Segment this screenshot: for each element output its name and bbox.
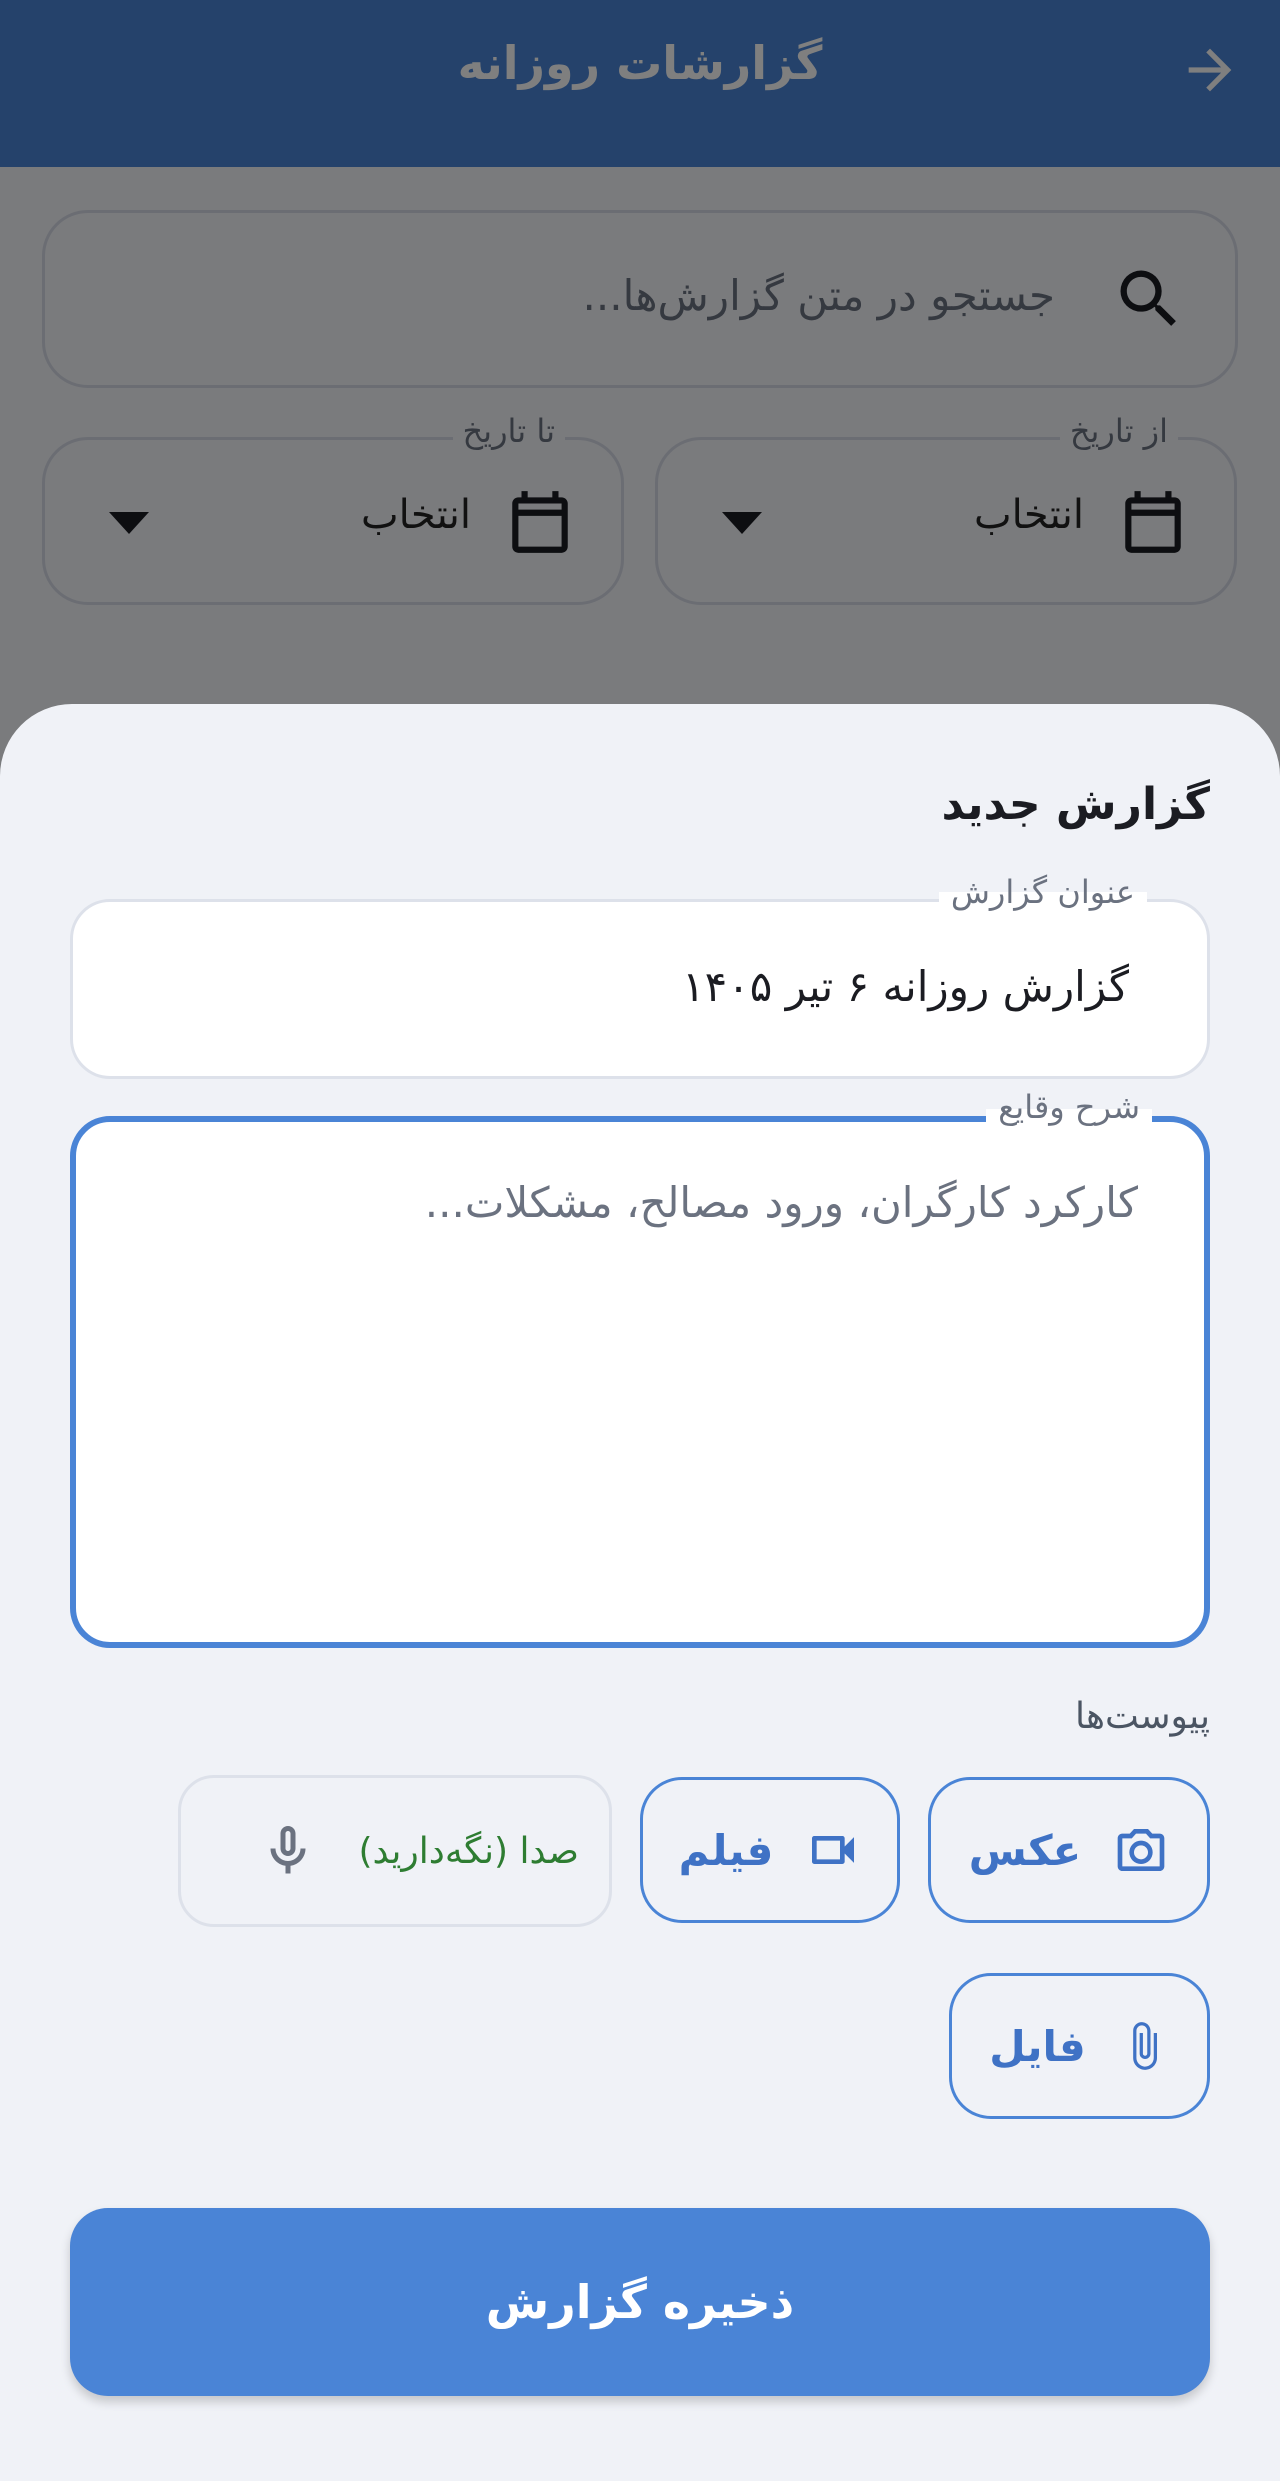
attach-photo-button[interactable]: عکس [928, 1777, 1210, 1923]
videocam-icon [812, 1836, 855, 1864]
save-report-button[interactable]: ذخیره گزارش [70, 2208, 1210, 2396]
attach-video-button[interactable]: فیلم [640, 1777, 900, 1923]
attach-file-button[interactable]: فایل [949, 1973, 1210, 2119]
description-label: شرح وقایع [986, 1088, 1152, 1126]
camera-icon [1117, 1829, 1165, 1871]
sheet-title: گزارش جدید [941, 779, 1210, 830]
attach-file-label: فایل [989, 2021, 1086, 2071]
description-field[interactable]: شرح وقایع [70, 1088, 1210, 1648]
record-voice-label: صدا (نگه‌دارید) [358, 1830, 579, 1872]
record-voice-button[interactable]: صدا (نگه‌دارید) [178, 1775, 612, 1927]
attach-photo-label: عکس [968, 1825, 1082, 1875]
description-textarea[interactable] [142, 1178, 1138, 1622]
attach-video-label: فیلم [678, 1825, 774, 1875]
report-title-field[interactable]: عنوان گزارش گزارش روزانه ۶ تیر ۱۴۰۵ [70, 873, 1210, 1079]
attachments-label: پیوست‌ها [1075, 1696, 1210, 1737]
new-report-sheet: گزارش جدید عنوان گزارش گزارش روزانه ۶ تی… [0, 704, 1280, 2481]
microphone-icon [270, 1826, 306, 1874]
report-title-value: گزارش روزانه ۶ تیر ۱۴۰۵ [682, 962, 1129, 1011]
paperclip-icon [1132, 2022, 1157, 2070]
report-title-label: عنوان گزارش [938, 873, 1147, 911]
